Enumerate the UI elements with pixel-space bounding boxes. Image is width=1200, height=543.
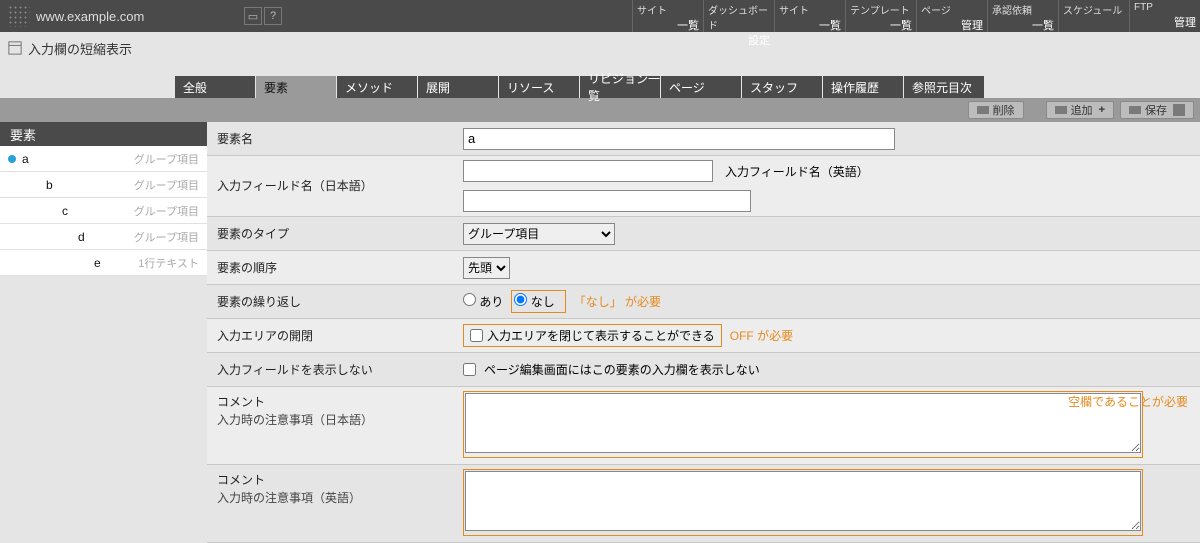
sidebar-item[interactable]: dグループ項目 [0, 224, 207, 250]
input-field-name-ja[interactable] [463, 160, 713, 182]
page-title-row: 入力欄の短縮表示 [0, 32, 1200, 64]
topnav-item[interactable]: 承認依頼一覧 [987, 0, 1058, 32]
radio-repeat-no[interactable] [514, 293, 527, 306]
label-field-name-ja: 入力フィールド名（日本語） [207, 171, 453, 201]
topnav-item[interactable]: FTP管理 [1129, 0, 1200, 32]
top-bar: www.example.com ▭ ? サイト一覧ダッシュボード設定サイト一覧テ… [0, 0, 1200, 32]
topnav-item[interactable]: スケジュール [1058, 0, 1129, 32]
help-icon[interactable]: ? [264, 7, 282, 25]
topnav-item[interactable]: ページ管理 [916, 0, 987, 32]
tab-操作履歴[interactable]: 操作履歴 [823, 76, 903, 98]
label-area-toggle: 入力エリアの開閉 [207, 321, 453, 351]
label-comment-ja: コメント 入力時の注意事項（日本語） [207, 387, 453, 435]
area-toggle-highlight: 入力エリアを閉じて表示することができる [463, 324, 722, 347]
label-field-name-en: 入力フィールド名（英語） [725, 163, 905, 180]
tab-リソース[interactable]: リソース [499, 76, 579, 98]
label-repeat: 要素の繰り返し [207, 287, 453, 317]
radio-repeat-yes[interactable] [463, 293, 476, 306]
repeat-no-highlight: なし [511, 290, 565, 313]
page-title: 入力欄の短縮表示 [28, 39, 132, 58]
tabs-row: 全般要素メソッド展開リソースリビジョン一覧ページスタッフ操作履歴参照元目次 [0, 64, 1200, 98]
topnav-item[interactable]: ダッシュボード設定 [703, 0, 774, 32]
top-nav: サイト一覧ダッシュボード設定サイト一覧テンプレート一覧ページ管理承認依頼一覧スケ… [632, 0, 1200, 32]
tab-スタッフ[interactable]: スタッフ [742, 76, 822, 98]
label-element-type: 要素のタイプ [207, 219, 453, 249]
label-element-name: 要素名 [207, 124, 453, 154]
window-icon[interactable]: ▭ [244, 7, 262, 25]
tab-メソッド[interactable]: メソッド [337, 76, 417, 98]
repeat-note: 「なし」 が必要 [574, 293, 661, 310]
sidebar-item[interactable]: bグループ項目 [0, 172, 207, 198]
sidebar-item[interactable]: aグループ項目 [0, 146, 207, 172]
checkbox-area-toggle-label: 入力エリアを閉じて表示することができる [487, 327, 715, 344]
topnav-item[interactable]: テンプレート一覧 [845, 0, 916, 32]
topnav-item[interactable]: サイト一覧 [774, 0, 845, 32]
checkbox-hide-field[interactable] [463, 363, 476, 376]
sidebar-item[interactable]: e1行テキスト [0, 250, 207, 276]
area-toggle-note: OFF が必要 [730, 327, 793, 344]
select-element-order[interactable]: 先頭 [463, 257, 510, 279]
app-grid-icon [8, 5, 30, 27]
sidebar-item[interactable]: cグループ項目 [0, 198, 207, 224]
input-field-name-en[interactable] [463, 190, 751, 212]
textarea-comment-ja[interactable] [465, 393, 1141, 453]
tab-展開[interactable]: 展開 [418, 76, 498, 98]
save-button[interactable]: 保存 [1120, 101, 1194, 119]
label-hide-field: 入力フィールドを表示しない [207, 355, 453, 385]
selection-dot-icon [8, 155, 16, 163]
sidebar-list: aグループ項目bグループ項目cグループ項目dグループ項目e1行テキスト [0, 146, 207, 276]
tab-リビジョン一覧[interactable]: リビジョン一覧 [580, 76, 660, 98]
sidebar: 要素 aグループ項目bグループ項目cグループ項目dグループ項目e1行テキスト [0, 122, 207, 276]
tab-ページ[interactable]: ページ [661, 76, 741, 98]
checkbox-hide-field-label: ページ編集画面にはこの要素の入力欄を表示しない [484, 361, 760, 378]
tab-要素[interactable]: 要素 [256, 76, 336, 98]
radio-repeat-yes-label[interactable]: あり [463, 293, 503, 310]
label-element-order: 要素の順序 [207, 253, 453, 283]
add-button[interactable]: 追加 [1046, 101, 1114, 119]
sidebar-header: 要素 [0, 122, 207, 146]
comment-ja-note: 空欄であることが必要 [1068, 393, 1188, 410]
radio-repeat-no-label[interactable]: なし [514, 293, 554, 310]
form-panel: 要素名 入力フィールド名（日本語） 入力フィールド名（英語） 要素のタイプ グル… [207, 122, 1200, 543]
label-comment-en: コメント 入力時の注意事項（英語） [207, 465, 453, 513]
input-element-name[interactable] [463, 128, 895, 150]
tab-参照元目次[interactable]: 参照元目次 [904, 76, 984, 98]
checkbox-area-toggle[interactable] [470, 329, 483, 342]
page-title-icon [8, 41, 22, 55]
textarea-comment-en[interactable] [465, 471, 1141, 531]
select-element-type[interactable]: グループ項目 [463, 223, 615, 245]
tab-全般[interactable]: 全般 [175, 76, 255, 98]
site-url: www.example.com [36, 9, 144, 24]
topnav-item[interactable]: サイト一覧 [632, 0, 703, 32]
delete-button[interactable]: 削除 [968, 101, 1024, 119]
